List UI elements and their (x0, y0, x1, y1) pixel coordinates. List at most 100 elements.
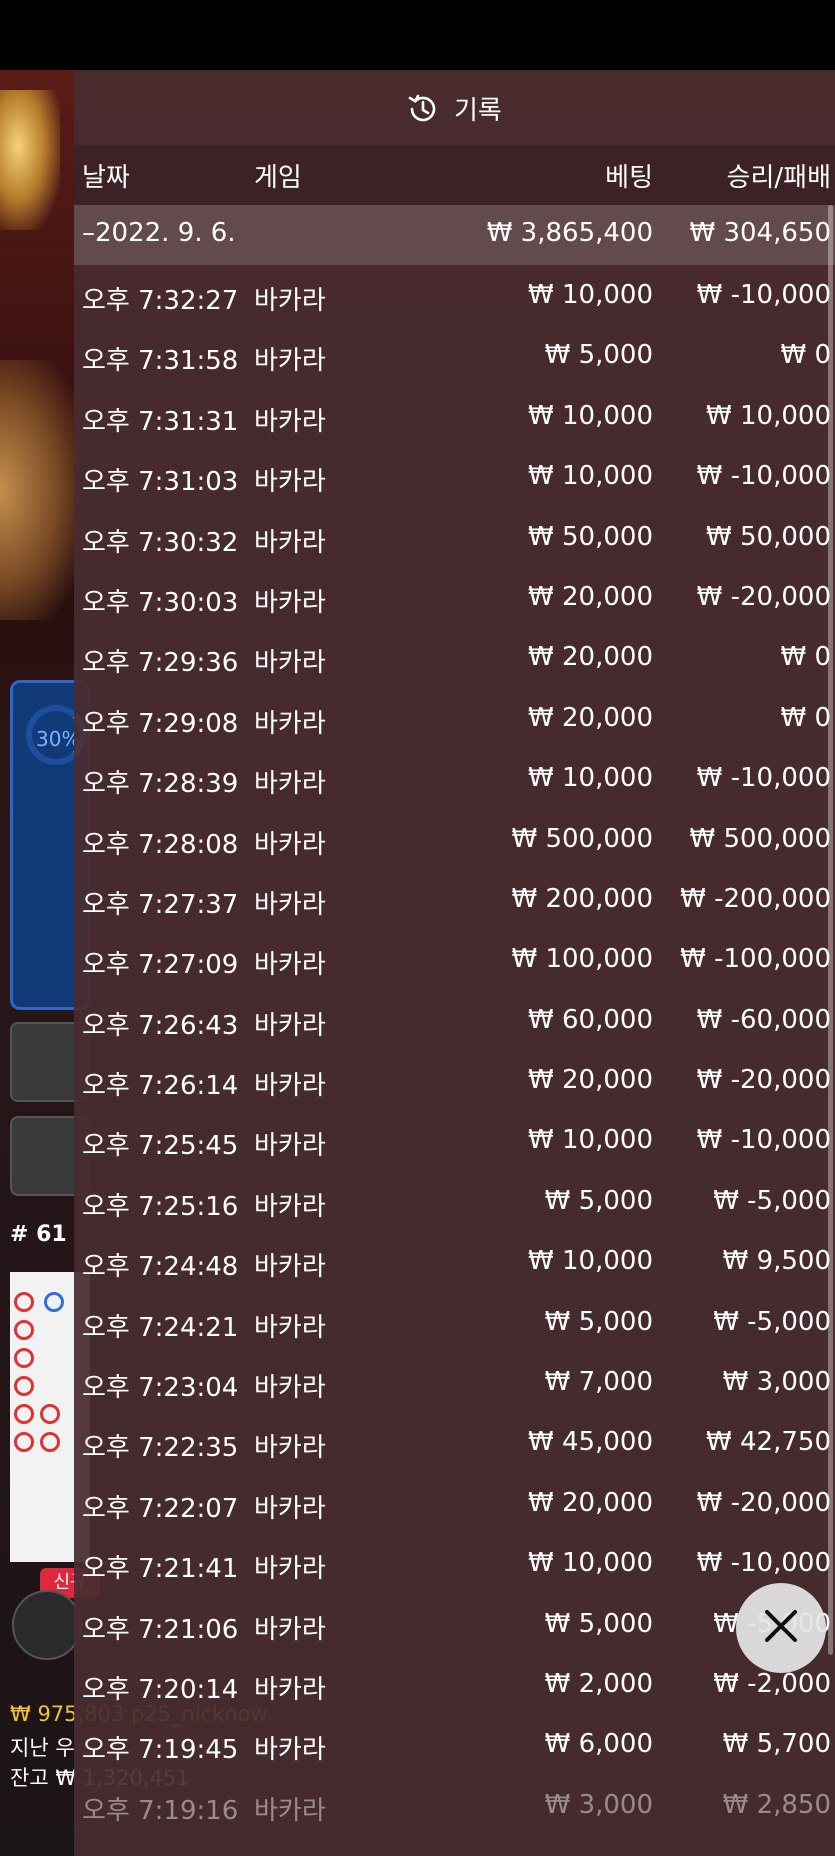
row-result: ₩ -10,000 (696, 1125, 831, 1156)
road-dot (40, 1404, 60, 1424)
table-row[interactable]: 오후 7:19:45 바카라 ₩ 6,000 ₩ 5,700 (74, 1714, 835, 1774)
table-row[interactable]: 오후 7:26:14 바카라 ₩ 20,000 ₩ -20,000 (74, 1050, 835, 1110)
row-time: 오후 7:25:45 (82, 1131, 239, 1162)
row-bet: ₩ 20,000 (528, 642, 653, 673)
table-row[interactable]: 오후 7:26:43 바카라 ₩ 60,000 ₩ -60,000 (74, 990, 835, 1050)
row-time: 오후 7:30:03 (82, 587, 239, 618)
table-row[interactable]: 오후 7:21:06바카라₩ 5,000₩ -5,000 (74, 1594, 835, 1654)
table-row[interactable]: 오후 7:31:31 바카라 ₩ 10,000 ₩ 10,000 (74, 386, 835, 446)
road-dot (14, 1432, 34, 1452)
game-table (0, 360, 80, 620)
row-game: 바카라 (254, 1735, 326, 1766)
row-bet: ₩ 500,000 (511, 823, 654, 854)
row-bet: ₩ 200,000 (511, 883, 654, 914)
table-row[interactable]: 오후 7:22:07 바카라 ₩ 20,000 ₩ -20,000 (74, 1473, 835, 1533)
row-result: ₩ -10,000 (696, 280, 831, 310)
row-game: 바카라 (254, 1795, 326, 1826)
row-bet: ₩ 20,000 (528, 581, 653, 612)
row-result: ₩ -5,000 (713, 1306, 831, 1337)
table-row[interactable]: 오후 7:24:21 바카라 ₩ 5,000 ₩ -5,000 (74, 1292, 835, 1352)
row-result: ₩ 0 (780, 702, 831, 733)
chip-button[interactable] (12, 1590, 82, 1660)
row-time: 오후 7:29:08 (82, 708, 239, 739)
row-bet: ₩ 3,000 (544, 1789, 653, 1820)
table-row[interactable]: 오후 7:31:58 바카라 ₩ 5,000 ₩ 0 (74, 325, 835, 385)
column-bet: 베팅 (605, 163, 653, 193)
row-result: ₩ -60,000 (696, 1004, 831, 1035)
row-bet: ₩ 10,000 (528, 763, 653, 794)
date-group-bet-total: ₩ 3,865,400 (486, 218, 653, 248)
column-header-row: 날짜 게임 베팅 승리/패배 (74, 145, 835, 205)
row-time: 오후 7:27:37 (82, 889, 239, 920)
row-bet: ₩ 6,000 (544, 1729, 653, 1760)
table-row[interactable]: 오후 7:27:37 바카라 ₩ 200,000 ₩ -200,000 (74, 869, 835, 929)
table-row[interactable]: 오후 7:21:41 바카라 ₩ 10,000 ₩ -10,000 (74, 1533, 835, 1593)
row-game: 바카라 (254, 346, 326, 377)
row-bet: ₩ 5,000 (544, 1608, 653, 1639)
top-status-bar (0, 0, 835, 70)
row-time: 오후 7:24:21 (82, 1312, 239, 1343)
row-result: ₩ -10,000 (696, 1548, 831, 1579)
row-game: 바카라 (254, 1674, 326, 1705)
row-bet: ₩ 5,000 (544, 340, 653, 371)
table-row[interactable]: 오후 7:29:36 바카라 ₩ 20,000 ₩ 0 (74, 627, 835, 687)
row-time: 오후 7:19:45 (82, 1735, 239, 1766)
row-bet: ₩ 10,000 (528, 1246, 653, 1277)
table-row[interactable]: 오후 7:27:09 바카라 ₩ 100,000 ₩ -100,000 (74, 929, 835, 989)
row-game: 바카라 (254, 527, 326, 558)
row-game: 바카라 (254, 1493, 326, 1524)
row-result: ₩ 9,500 (722, 1246, 831, 1277)
table-row[interactable]: 오후 7:31:03 바카라 ₩ 10,000 ₩ -10,000 (74, 446, 835, 506)
column-date: 날짜 (82, 163, 130, 193)
close-button[interactable] (736, 1583, 826, 1673)
row-time: 오후 7:21:41 (82, 1554, 239, 1585)
row-time: 오후 7:31:31 (82, 406, 239, 437)
row-time: 오후 7:26:14 (82, 1071, 239, 1102)
header-title-group: 기록 (406, 90, 502, 127)
row-game: 바카라 (254, 1010, 326, 1041)
row-game: 바카라 (254, 889, 326, 920)
row-game: 바카라 (254, 587, 326, 618)
table-row[interactable]: 오후 7:28:39 바카라 ₩ 10,000 ₩ -10,000 (74, 748, 835, 808)
table-row[interactable]: 오후 7:23:04 바카라 ₩ 7,000 ₩ 3,000 (74, 1352, 835, 1412)
row-time: 오후 7:28:08 (82, 829, 239, 860)
table-row[interactable]: 오후 7:25:45 바카라 ₩ 10,000 ₩ -10,000 (74, 1110, 835, 1170)
table-row[interactable]: 오후 7:25:16 바카라 ₩ 5,000 ₩ -5,000 (74, 1171, 835, 1231)
row-result: ₩ -200,000 (680, 883, 831, 914)
date-group-win-total: ₩ 304,650 (689, 218, 832, 248)
row-game: 바카라 (254, 648, 326, 679)
road-dot (14, 1376, 34, 1396)
panel-header: 기록 (74, 70, 835, 145)
history-panel: 기록 날짜 게임 베팅 승리/패배 –2022. 9. 6. ₩ 3,865,4… (74, 70, 835, 1856)
table-row[interactable]: 오후 7:32:27 바카라 ₩ 10,000 ₩ -10,000 (74, 265, 835, 325)
table-row[interactable]: 오후 7:30:03 바카라 ₩ 20,000 ₩ -20,000 (74, 567, 835, 627)
row-time: 오후 7:31:03 (82, 467, 239, 498)
row-game: 바카라 (254, 950, 326, 981)
table-row[interactable]: 오후 7:22:35 바카라 ₩ 45,000 ₩ 42,750 (74, 1412, 835, 1472)
row-result: ₩ 5,700 (722, 1729, 831, 1760)
row-bet: ₩ 10,000 (528, 1548, 653, 1579)
row-game: 바카라 (254, 1312, 326, 1343)
table-row[interactable]: 오후 7:19:16 바카라 ₩ 3,000 ₩ 2,850 (74, 1775, 835, 1835)
row-bet: ₩ 50,000 (528, 521, 653, 552)
scrollbar[interactable] (828, 205, 833, 1655)
table-row[interactable]: 오후 7:28:08 바카라 ₩ 500,000 ₩ 500,000 (74, 809, 835, 869)
row-game: 바카라 (254, 769, 326, 800)
table-row[interactable]: 오후 7:29:08 바카라 ₩ 20,000 ₩ 0 (74, 688, 835, 748)
row-time: 오후 7:29:36 (82, 648, 239, 679)
row-game: 바카라 (254, 467, 326, 498)
table-row[interactable]: 오후 7:30:32 바카라 ₩ 50,000 ₩ 50,000 (74, 507, 835, 567)
row-result: ₩ 42,750 (706, 1427, 831, 1458)
table-row[interactable]: 오후 7:20:14 바카라 ₩ 2,000 ₩ -2,000 (74, 1654, 835, 1714)
history-list[interactable]: 오후 7:32:27 바카라 ₩ 10,000 ₩ -10,000 오후 7:31:58… (74, 265, 835, 1835)
row-bet: ₩ 5,000 (544, 1306, 653, 1337)
road-dot (44, 1292, 64, 1312)
row-result: ₩ 50,000 (706, 521, 831, 552)
table-row[interactable]: 오후 7:24:48 바카라 ₩ 10,000 ₩ 9,500 (74, 1231, 835, 1291)
date-group-row[interactable]: –2022. 9. 6. ₩ 3,865,400 ₩ 304,650 (74, 205, 835, 265)
row-time: 오후 7:19:16 (82, 1795, 239, 1826)
history-icon (406, 92, 440, 126)
row-bet: ₩ 60,000 (528, 1004, 653, 1035)
row-game: 바카라 (254, 1252, 326, 1283)
row-game: 바카라 (254, 1131, 326, 1162)
